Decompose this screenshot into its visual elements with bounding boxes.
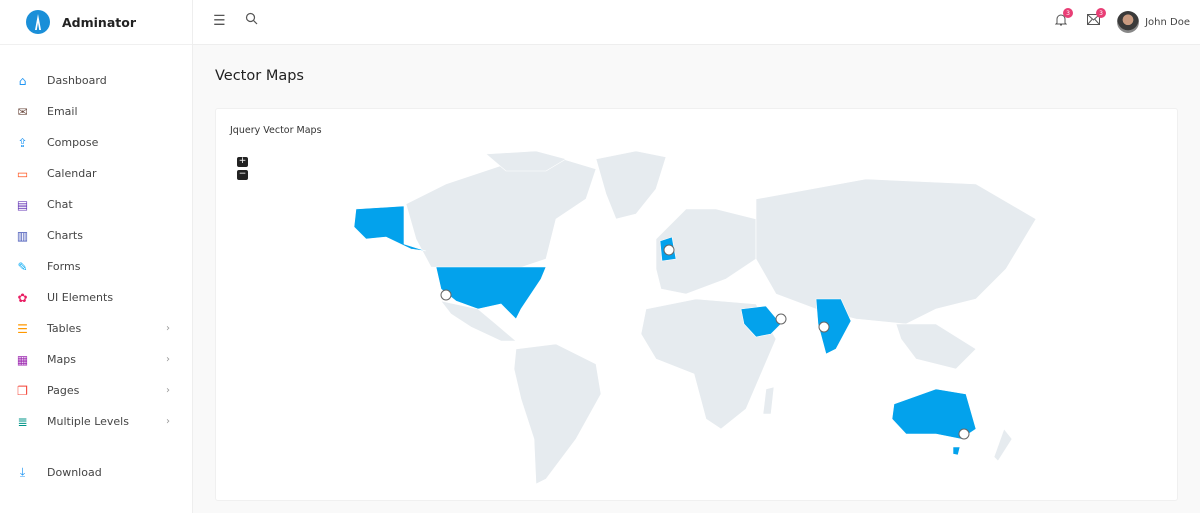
share-icon: ⇪ <box>17 135 28 150</box>
sidebar-item-ui-elements[interactable]: ✿ UI Elements <box>0 282 192 313</box>
palette-icon: ✿ <box>17 290 28 305</box>
sidebar-item-download[interactable]: ⤓ Download <box>0 457 192 488</box>
page-title: Vector Maps <box>215 68 304 84</box>
sidebar-item-label: Email <box>47 105 78 118</box>
sidebar-item-compose[interactable]: ⇪ Compose <box>0 127 192 158</box>
sidebar: Adminator ⌂ Dashboard ✉ Email ⇪ Compose ▭ Calen… <box>0 0 193 513</box>
map-marker[interactable] <box>775 313 787 325</box>
region-greenland[interactable] <box>595 150 667 220</box>
world-map[interactable] <box>216 109 1179 502</box>
map-marker[interactable] <box>663 244 675 256</box>
bar-chart-icon: ▥ <box>16 228 29 243</box>
files-icon: ❐ <box>17 383 28 398</box>
calendar-icon: ▭ <box>16 166 29 181</box>
sidebar-item-email[interactable]: ✉ Email <box>0 96 192 127</box>
brand-name: Adminator <box>62 14 136 30</box>
region-new-zealand[interactable] <box>993 428 1013 462</box>
sidebar-item-label: Calendar <box>47 167 97 180</box>
sidebar-item-chat[interactable]: ▤ Chat <box>0 189 192 220</box>
sidebar-item-label: Dashboard <box>47 74 107 87</box>
menu-toggle-icon[interactable]: ☰ <box>213 13 226 29</box>
notifications-button[interactable]: 3 <box>1054 8 1073 30</box>
zoom-in-button[interactable]: + <box>237 157 248 167</box>
region-tasmania[interactable] <box>952 446 961 456</box>
notifications-badge: 3 <box>1063 8 1073 18</box>
user-name: John Doe <box>1145 16 1190 28</box>
user-menu[interactable]: John Doe <box>1117 11 1190 33</box>
brand[interactable]: Adminator <box>0 0 192 45</box>
sidebar-item-label: Chat <box>47 198 73 211</box>
sidebar-item-label: Download <box>47 466 102 479</box>
sidebar-item-charts[interactable]: ▥ Charts <box>0 220 192 251</box>
sidebar-item-label: Charts <box>47 229 83 242</box>
sidebar-item-label: Maps <box>47 353 76 366</box>
map-marker[interactable] <box>440 289 452 301</box>
map-icon: ▦ <box>16 352 29 367</box>
home-icon: ⌂ <box>18 73 27 88</box>
map-card: Jquery Vector Maps + − <box>215 108 1178 501</box>
region-canada[interactable] <box>405 156 597 270</box>
sidebar-item-multiple-levels[interactable]: ≣ Multiple Levels › <box>0 406 192 437</box>
layers-icon: ≣ <box>17 414 28 429</box>
chat-icon: ▤ <box>16 197 29 212</box>
region-asia[interactable] <box>755 178 1037 325</box>
map-marker[interactable] <box>818 321 830 333</box>
sidebar-item-label: Tables <box>47 322 82 335</box>
avatar <box>1117 11 1140 33</box>
logo-icon <box>26 10 50 34</box>
region-se-asia[interactable] <box>895 323 977 370</box>
chevron-right-icon: › <box>166 385 170 396</box>
sidebar-item-label: UI Elements <box>47 291 114 304</box>
messages-badge: 3 <box>1096 8 1106 18</box>
search-icon[interactable] <box>245 12 258 29</box>
sidebar-item-label: Pages <box>47 384 80 397</box>
region-madagascar[interactable] <box>762 386 775 415</box>
sidebar-item-label: Forms <box>47 260 81 273</box>
sidebar-item-label: Compose <box>47 136 99 149</box>
card-title: Jquery Vector Maps <box>230 125 322 136</box>
sidebar-item-forms[interactable]: ✎ Forms <box>0 251 192 282</box>
zoom-out-button[interactable]: − <box>237 170 248 180</box>
messages-button[interactable]: 3 <box>1087 8 1106 29</box>
region-south-america[interactable] <box>513 343 602 485</box>
table-icon: ☰ <box>17 321 28 336</box>
mail-icon: ✉ <box>17 104 28 119</box>
pencil-icon: ✎ <box>17 259 28 274</box>
sidebar-item-calendar[interactable]: ▭ Calendar <box>0 158 192 189</box>
sidebar-item-label: Multiple Levels <box>47 415 129 428</box>
chevron-right-icon: › <box>166 416 170 427</box>
sidebar-item-tables[interactable]: ☰ Tables › <box>0 313 192 344</box>
sidebar-nav: ⌂ Dashboard ✉ Email ⇪ Compose ▭ Calendar ▤ Chat ▥ C… <box>0 65 192 488</box>
map-marker[interactable] <box>958 428 970 440</box>
sidebar-item-maps[interactable]: ▦ Maps › <box>0 344 192 375</box>
sidebar-item-pages[interactable]: ❐ Pages › <box>0 375 192 406</box>
chevron-right-icon: › <box>166 323 170 334</box>
download-icon: ⤓ <box>19 465 26 479</box>
topbar: ☰ 3 3 John Doe <box>193 0 1200 45</box>
sidebar-item-dashboard[interactable]: ⌂ Dashboard <box>0 65 192 96</box>
chevron-right-icon: › <box>166 354 170 365</box>
